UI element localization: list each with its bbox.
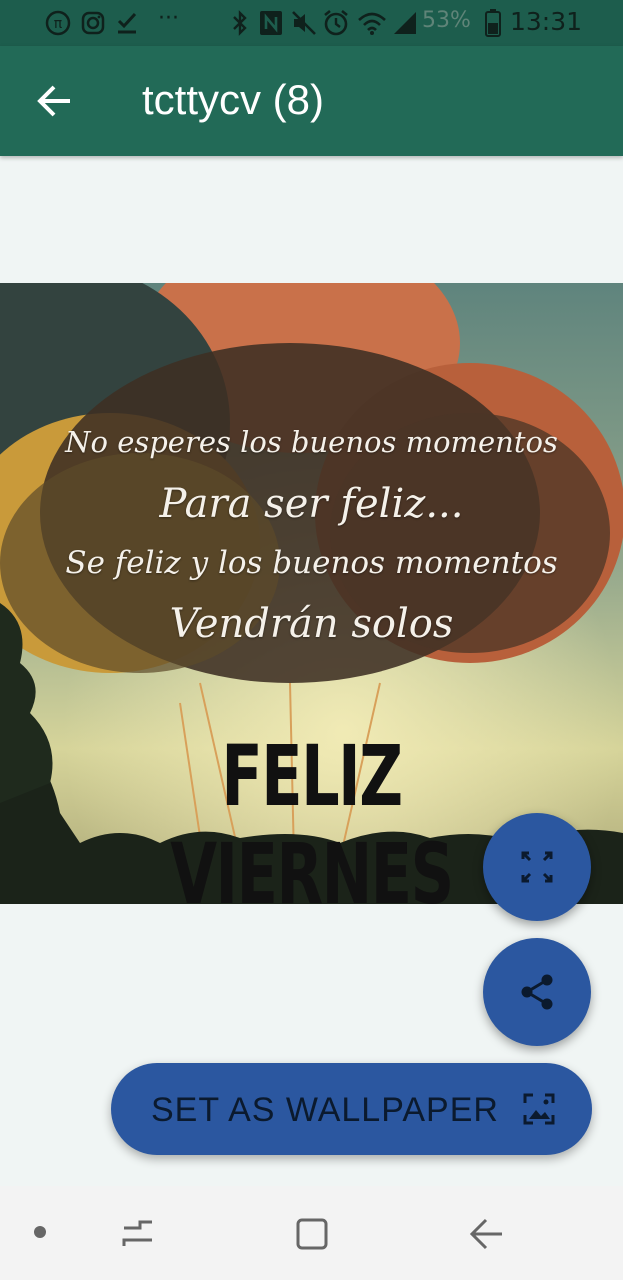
signal-icon (394, 12, 416, 34)
system-nav-bar (0, 1186, 623, 1280)
recents-icon[interactable] (118, 1214, 158, 1254)
fullscreen-button[interactable] (483, 813, 591, 921)
fullscreen-icon (521, 851, 553, 883)
quote-line-2: Para ser feliz... (159, 481, 464, 527)
wallpaper-icon (523, 1093, 555, 1125)
mute-icon (292, 11, 316, 35)
share-icon (521, 974, 553, 1010)
download-done-icon (117, 12, 137, 34)
share-button[interactable] (483, 938, 591, 1046)
svg-text:π: π (54, 16, 63, 32)
battery-icon (485, 9, 501, 37)
wifi-icon (358, 12, 386, 35)
set-as-wallpaper-label: SET AS WALLPAPER (151, 1091, 499, 1129)
quote-line-3: Se feliz y los buenos momentos (65, 545, 558, 581)
instagram-icon (81, 11, 105, 35)
pi-icon: π (45, 10, 71, 36)
alarm-icon (324, 9, 348, 36)
nfc-icon (260, 11, 282, 35)
more-indicator: ··· (158, 6, 179, 31)
app-bar: tcttycv (8) (0, 46, 623, 156)
quote-line-4: Vendrán solos (169, 601, 454, 647)
arrow-left-icon[interactable] (30, 76, 80, 126)
quote-line-1: No esperes los buenos momentos (65, 425, 558, 459)
clock: 13:31 (510, 7, 583, 36)
dot-icon[interactable] (30, 1222, 50, 1242)
battery-level: 53% (422, 8, 471, 33)
status-bar: π ··· 53% 13:31 (0, 0, 623, 46)
page-title: tcttycv (8) (142, 76, 325, 123)
back-icon[interactable] (466, 1214, 506, 1254)
bluetooth-icon (233, 10, 247, 36)
feliz-viernes-headline: FELIZ VIERNES (170, 727, 454, 923)
set-as-wallpaper-button[interactable]: SET AS WALLPAPER (111, 1063, 592, 1155)
home-icon[interactable] (292, 1214, 332, 1254)
